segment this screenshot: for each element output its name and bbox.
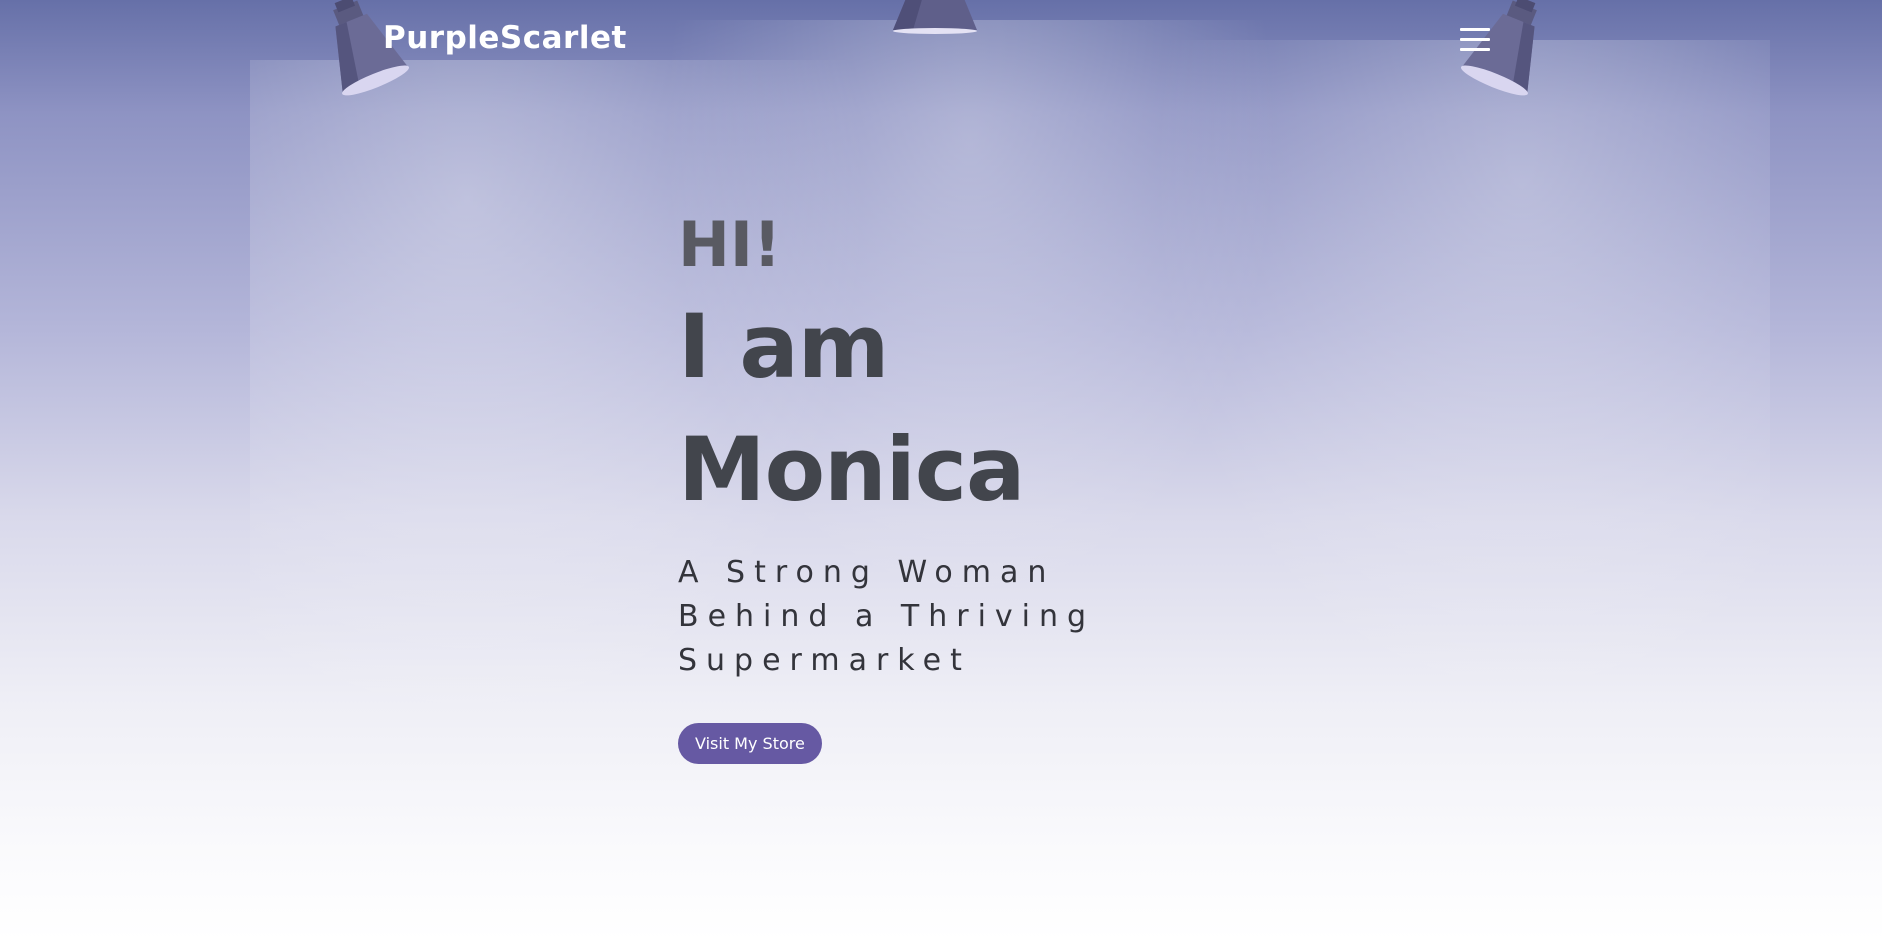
hero-greeting: HI! [678, 208, 782, 281]
hero-intro-line: I am [678, 295, 889, 398]
spotlight-icon [333, 0, 410, 96]
menu-bar-middle [1460, 38, 1490, 41]
hero-name: Monica [678, 418, 1025, 521]
spotlight-glow-right [1150, 40, 1770, 740]
hero-content: HI! I am Monica A Strong Woman Behind a … [678, 205, 1178, 764]
visit-store-button[interactable]: Visit My Store [678, 723, 822, 764]
spotlight-icon [1460, 0, 1537, 96]
spotlight-icon [893, 0, 977, 34]
menu-bar-top [1460, 28, 1490, 31]
hero-tagline: A Strong Woman Behind a Thriving Superma… [678, 555, 1096, 678]
hero-stage: PurpleScarlet HI! I am Monica A Strong W… [0, 0, 1882, 941]
site-logo[interactable]: PurpleScarlet [383, 20, 627, 56]
hamburger-menu-icon[interactable] [1458, 28, 1492, 58]
menu-bar-bottom [1460, 48, 1490, 51]
